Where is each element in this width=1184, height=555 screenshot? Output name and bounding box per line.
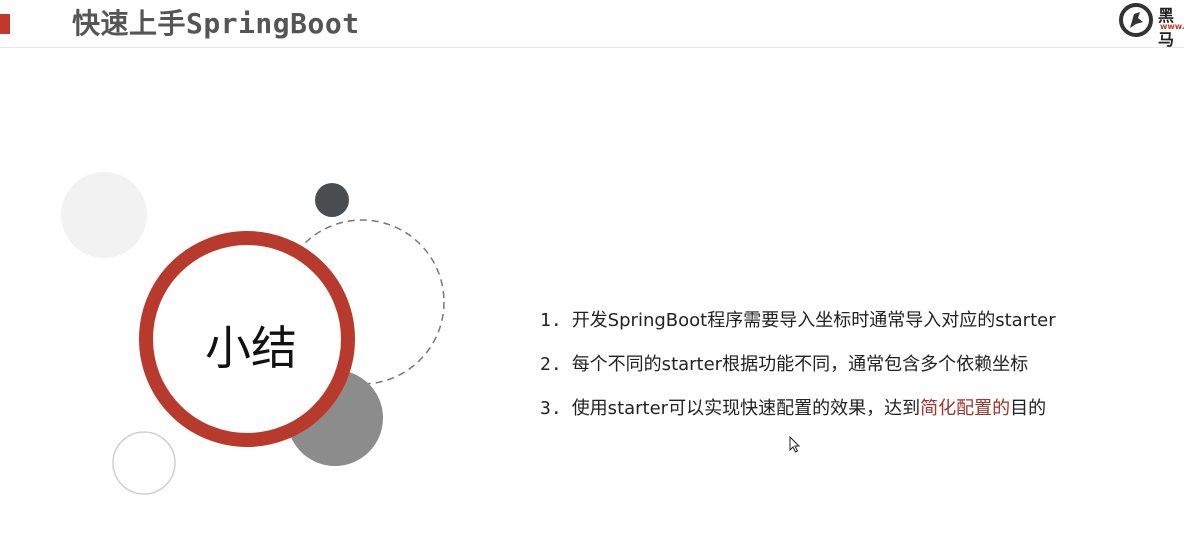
list-item: 1. 开发SpringBoot程序需要导入坐标时通常导入对应的starter [540, 306, 1056, 350]
decorative-circles [61, 172, 445, 495]
outline-circle [112, 431, 176, 495]
list-text-end: 目的 [1010, 398, 1047, 419]
dark-dot-circle [315, 183, 349, 217]
logo-url: www. [1160, 22, 1184, 31]
light-gray-circle [61, 172, 147, 258]
list-number: 1. [540, 310, 562, 331]
list-number: 2. [540, 354, 562, 375]
summary-title: 小结 [205, 321, 297, 375]
list-text: 使用starter可以实现快速配置的效果，达到 [571, 398, 921, 419]
horse-logo-icon [1119, 3, 1153, 37]
list-text: 每个不同的starter根据功能不同，通常包含多个依赖坐标 [571, 354, 1029, 375]
list-item: 2. 每个不同的starter根据功能不同，通常包含多个依赖坐标 [540, 350, 1056, 394]
brand-logo: 黑马 www. [1116, 2, 1184, 49]
mouse-cursor-icon [789, 436, 801, 453]
list-item: 3. 使用starter可以实现快速配置的效果，达到简化配置的目的 [540, 394, 1056, 438]
list-text: 开发SpringBoot程序需要导入坐标时通常导入对应的starter [571, 310, 1056, 331]
summary-points: 1. 开发SpringBoot程序需要导入坐标时通常导入对应的starter 2.… [540, 306, 1056, 438]
highlight-text: 简化配置的 [920, 398, 1011, 419]
list-number: 3. [540, 398, 562, 419]
